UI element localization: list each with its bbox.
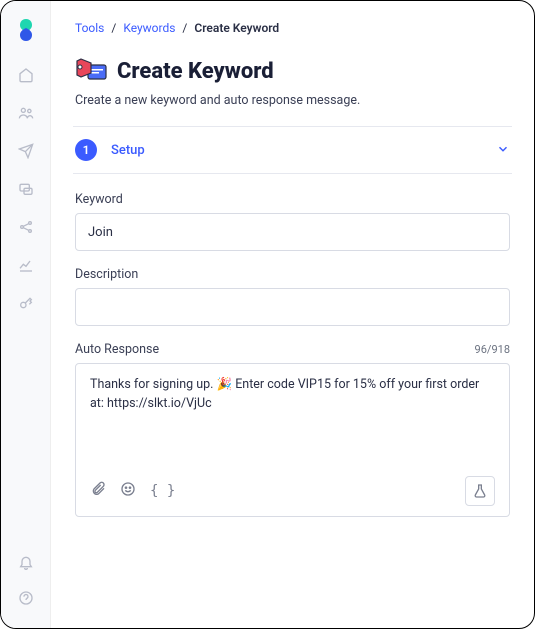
description-label: Description — [75, 267, 510, 282]
breadcrumb-keywords[interactable]: Keywords — [123, 21, 175, 35]
page-subtitle: Create a new keyword and auto response m… — [75, 93, 510, 108]
share-icon[interactable] — [18, 219, 34, 239]
send-icon[interactable] — [18, 143, 34, 163]
page-title: Create Keyword — [117, 59, 274, 84]
app-logo[interactable] — [13, 17, 39, 43]
help-icon[interactable] — [18, 590, 34, 610]
sidebar — [1, 1, 51, 628]
step-setup[interactable]: 1 Setup — [73, 126, 512, 174]
breadcrumb-tools[interactable]: Tools — [75, 21, 104, 35]
breadcrumb-current: Create Keyword — [194, 21, 279, 35]
template-vars-icon[interactable]: { } — [150, 483, 175, 499]
bell-icon[interactable] — [18, 554, 34, 574]
chevron-down-icon — [496, 141, 510, 160]
main-content: Tools / Keywords / Create Keyword Create… — [51, 1, 534, 628]
megaphone-icon — [75, 55, 107, 87]
people-icon[interactable] — [18, 105, 34, 125]
auto-response-label: Auto Response — [75, 342, 159, 357]
home-icon[interactable] — [18, 67, 34, 87]
step-number: 1 — [75, 139, 97, 161]
auto-response-box: Thanks for signing up. 🎉 Enter code VIP1… — [75, 363, 510, 517]
response-toolbar: { } — [90, 476, 495, 506]
auto-response-input[interactable]: Thanks for signing up. 🎉 Enter code VIP1… — [90, 376, 495, 466]
breadcrumb: Tools / Keywords / Create Keyword — [75, 21, 510, 35]
nav-icons — [18, 67, 34, 315]
chat-icon[interactable] — [18, 181, 34, 201]
sidebar-bottom — [18, 554, 34, 610]
emoji-icon[interactable] — [120, 481, 136, 501]
attachment-icon[interactable] — [90, 481, 106, 501]
description-input[interactable] — [75, 288, 510, 326]
flask-button[interactable] — [465, 476, 495, 506]
analytics-icon[interactable] — [18, 257, 34, 277]
key-icon[interactable] — [18, 295, 34, 315]
char-count: 96/918 — [475, 343, 510, 356]
step-label: Setup — [111, 143, 145, 158]
keyword-input[interactable] — [75, 213, 510, 251]
keyword-label: Keyword — [75, 192, 510, 207]
